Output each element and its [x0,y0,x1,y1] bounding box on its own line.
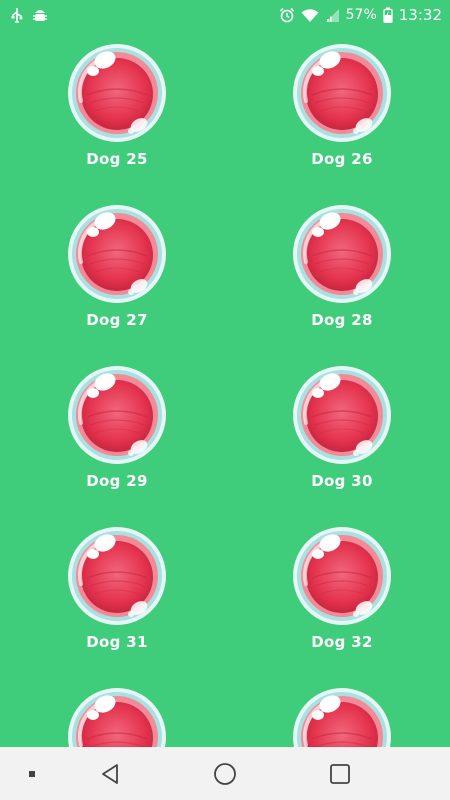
status-right: 57% 13:32 [279,6,442,24]
recents-icon [330,764,350,784]
bubble-button-icon [67,43,167,143]
grid-item-label: Dog 30 [311,472,373,490]
bubble-button-icon [67,365,167,465]
grid-item[interactable]: Dog 28 [272,204,412,354]
grid-item-label: Dog 25 [86,150,148,168]
bubble-button-icon [292,43,392,143]
grid-item[interactable]: Dog 27 [47,204,187,354]
grid-item[interactable]: Dog 29 [47,365,187,515]
grid-item-label: Dog 32 [311,633,373,651]
navigation-bar [0,747,450,800]
bubble-button-icon [67,204,167,304]
bubble-button-icon [67,687,167,747]
recents-button[interactable] [325,759,355,789]
signal-icon [325,8,340,23]
battery-percent: 57% [345,7,377,23]
bubble-button-icon [292,365,392,465]
status-bar: 57% 13:32 [0,0,450,30]
grid-item[interactable] [47,687,187,747]
usb-icon [10,7,24,23]
clock: 13:32 [398,6,442,24]
battery-charging-icon [383,7,393,23]
grid-item[interactable]: Dog 32 [272,526,412,676]
grid-item[interactable]: Dog 26 [272,43,412,193]
status-left [10,7,48,23]
bubble-button-icon [292,526,392,626]
wifi-icon [301,8,319,23]
bubble-button-icon [292,687,392,747]
dog-sound-grid: Dog 25 Dog 26 Dog 27 Dog 28 Dog 29 Dog 3… [0,30,450,747]
bubble-button-icon [292,204,392,304]
grid-item[interactable]: Dog 30 [272,365,412,515]
grid-item-label: Dog 27 [86,311,148,329]
grid-item-label: Dog 28 [311,311,373,329]
home-icon [214,763,236,785]
grid-item[interactable]: Dog 31 [47,526,187,676]
menu-dot-icon [29,771,35,777]
bubble-button-icon [67,526,167,626]
alarm-icon [279,7,295,23]
grid-item-label: Dog 29 [86,472,148,490]
home-button[interactable] [210,759,240,789]
back-button[interactable] [95,759,125,789]
back-icon [102,764,118,784]
grid-item[interactable] [272,687,412,747]
menu-dot-button[interactable] [17,759,47,789]
grid-item-label: Dog 26 [311,150,373,168]
android-debug-icon [32,7,48,23]
grid-item[interactable]: Dog 25 [47,43,187,193]
grid-item-label: Dog 31 [86,633,148,651]
